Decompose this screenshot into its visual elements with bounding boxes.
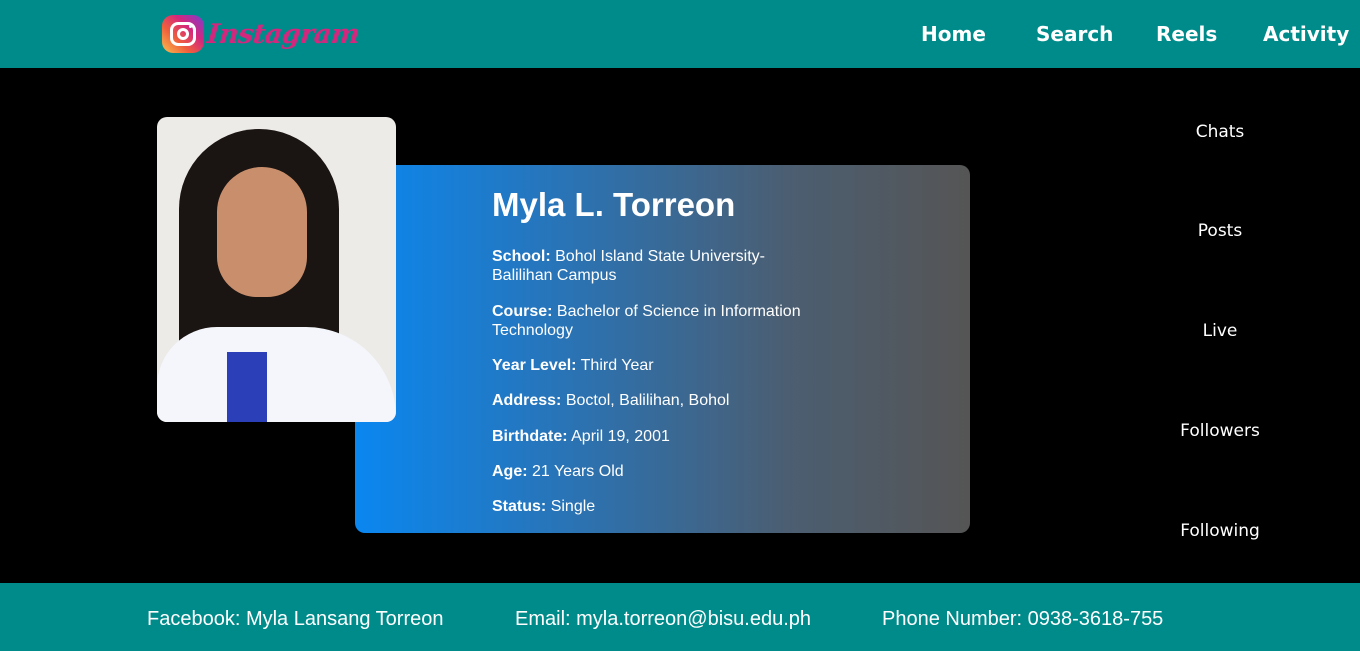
info-label: Course: (492, 303, 553, 320)
info-label: Birthdate: (492, 428, 568, 445)
info-address: Address: Boctol, Balilihan, Bohol (492, 391, 822, 410)
info-value: Single (550, 498, 596, 515)
info-birthdate: Birthdate: April 19, 2001 (492, 427, 822, 446)
profile-name: Myla L. Torreon (492, 186, 736, 223)
sidebar-item-followers[interactable]: Followers (1150, 421, 1290, 441)
info-label: Age: (492, 463, 528, 480)
nav-search[interactable]: Search (1036, 22, 1113, 46)
footer-phone: Phone Number: 0938-3618-755 (882, 608, 1164, 630)
info-label: Year Level: (492, 357, 577, 374)
info-value: Boctol, Balilihan, Bohol (565, 392, 730, 409)
info-label: School: (492, 248, 551, 265)
info-value: Third Year (580, 357, 654, 374)
info-value: April 19, 2001 (571, 428, 670, 445)
footer-facebook: Facebook: Myla Lansang Torreon (147, 608, 444, 630)
main-nav: Home Search Reels Activity (0, 22, 1360, 50)
nav-home[interactable]: Home (921, 22, 986, 46)
info-label: Address: (492, 392, 562, 409)
info-value: 21 Years Old (532, 463, 624, 480)
sidebar-item-live[interactable]: Live (1150, 321, 1290, 341)
nav-reels[interactable]: Reels (1156, 22, 1217, 46)
footer: Facebook: Myla Lansang Torreon Email: my… (0, 583, 1360, 651)
nav-activity[interactable]: Activity (1263, 22, 1349, 46)
info-age: Age: 21 Years Old (492, 462, 822, 481)
top-navbar: Instagram Home Search Reels Activity (0, 0, 1360, 68)
sidebar-item-following[interactable]: Following (1150, 521, 1290, 541)
info-school: School: Bohol Island State University-Ba… (492, 247, 822, 285)
profile-photo (157, 117, 396, 422)
info-course: Course: Bachelor of Science in Informati… (492, 302, 822, 340)
sidebar-item-posts[interactable]: Posts (1150, 221, 1290, 241)
info-label: Status: (492, 498, 547, 515)
info-status: Status: Single (492, 497, 822, 516)
footer-email: Email: myla.torreon@bisu.edu.ph (515, 608, 811, 630)
info-year-level: Year Level: Third Year (492, 356, 822, 375)
sidebar-item-chats[interactable]: Chats (1150, 122, 1290, 142)
